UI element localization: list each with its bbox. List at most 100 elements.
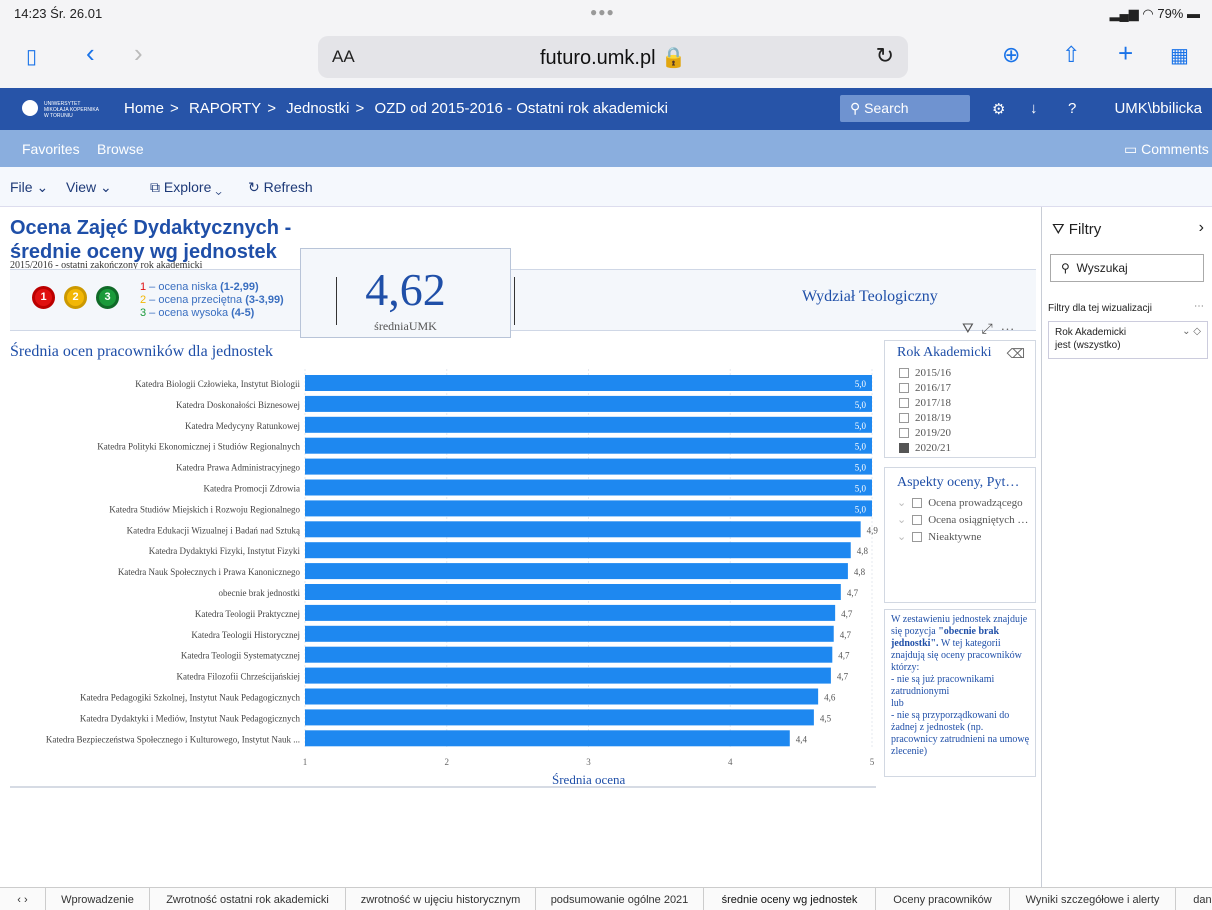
bar <box>305 584 841 600</box>
aspect-option[interactable]: ⌄ Ocena prowadzącego <box>897 494 1028 511</box>
aspect-option-label: Ocena osiągniętych … <box>928 513 1029 526</box>
legend-high: 3 – ocena wysoka (4-5) <box>140 307 255 319</box>
x-tick-label: 2 <box>445 757 450 765</box>
breadcrumb-current: OZD od 2015-2016 - Ostatni rok akademick… <box>374 100 668 117</box>
y-tick-label: Katedra Nauk Społecznych i Prawa Kanonic… <box>118 567 301 577</box>
page-tab[interactable]: Zwrotność ostatni rok akademicki <box>150 888 346 910</box>
refresh-icon: ↻ <box>248 179 260 195</box>
kpi-card: 4,62 średniaUMK <box>300 248 511 338</box>
x-tick-label: 4 <box>728 757 733 765</box>
filter-icon[interactable]: ⛛ <box>962 320 974 336</box>
checkbox[interactable] <box>912 514 923 525</box>
user-name[interactable]: UMK\bbilicka <box>1114 100 1202 117</box>
help-icon[interactable]: ? <box>1068 100 1076 117</box>
comments-button[interactable]: ▭ Comments <box>1124 141 1209 158</box>
year-option[interactable]: 2016/17 <box>899 380 951 395</box>
y-tick-label: Katedra Dydaktyki i Mediów, Instytut Nau… <box>80 713 301 723</box>
reload-icon[interactable]: ↻ <box>876 43 894 69</box>
focus-mode-icon[interactable]: ⤢ <box>982 320 993 336</box>
y-tick-label: Katedra Edukacji Wizualnej i Badań nad S… <box>127 525 301 535</box>
multitask-dots-icon[interactable]: ●●● <box>590 5 615 19</box>
page-tab[interactable]: Oceny pracowników <box>876 888 1010 910</box>
bar <box>305 479 872 496</box>
forward-icon[interactable]: › <box>134 38 143 68</box>
y-tick-label: Katedra Teologii Systematycznej <box>181 651 300 661</box>
aspect-option[interactable]: ⌄ Ocena osiągniętych … <box>897 511 1028 528</box>
page-tabs: ‹ › Wprowadzenie Zwrotność ostatni rok aka… <box>0 887 1212 910</box>
breadcrumb-home[interactable]: Home <box>124 100 164 117</box>
bar <box>305 395 872 412</box>
checkbox[interactable] <box>899 382 909 393</box>
breadcrumb: Home > RAPORTY > Jednostki > OZD od 2015-20… <box>124 100 668 117</box>
data-label: 5,0 <box>855 400 867 410</box>
sidebar-icon[interactable]: ▯ <box>26 42 37 72</box>
checkbox[interactable] <box>899 367 909 378</box>
checkbox[interactable] <box>899 427 909 438</box>
page-tab[interactable]: Wyniki szczegółowe i alerty <box>1010 888 1176 910</box>
checkbox[interactable] <box>899 412 909 423</box>
aspects-slicer: Aspekty oceny, Pyt… ⌄ Ocena prowadzącego ⌄… <box>884 467 1036 603</box>
year-slicer-items: 2015/16 2016/17 2017/18 2018/19 2019/20 2020/… <box>899 365 951 455</box>
year-option[interactable]: 2015/16 <box>899 365 951 380</box>
logo-text: UNIWERSYTET MIKOŁAJA KOPERNIKA W TORUNIU <box>44 101 99 119</box>
more-options-icon[interactable]: ⋯ <box>1001 320 1015 336</box>
search-icon: ⚲ <box>1061 261 1070 275</box>
tabs-overview-icon[interactable]: ▦ <box>1170 41 1189 71</box>
view-menu[interactable]: View ⌄ <box>66 179 112 196</box>
checkbox[interactable] <box>912 531 923 542</box>
refresh-button[interactable]: ↻ Refresh <box>248 179 313 196</box>
checkbox[interactable] <box>899 442 909 453</box>
new-tab-icon[interactable]: + <box>1118 38 1133 68</box>
page-tab[interactable]: średnie oceny wg jednostek <box>704 888 876 910</box>
download-icon[interactable]: ⊕ <box>1002 40 1020 70</box>
data-label: 4,8 <box>854 567 866 577</box>
data-label: 4,9 <box>867 525 879 535</box>
page-tab[interactable]: Wprowadzenie <box>46 888 150 910</box>
settings-icon[interactable]: ⚙ <box>992 100 1005 118</box>
year-option-label: 2016/17 <box>915 381 952 394</box>
page-tab[interactable]: podsumowanie ogólne 2021 <box>536 888 704 910</box>
url-text: futuro.umk.pl 🔒 <box>539 47 687 69</box>
expand-chevron-icon[interactable]: ⌄ <box>897 530 906 543</box>
year-option[interactable]: 2020/21 <box>899 440 951 455</box>
bar <box>305 625 834 642</box>
expand-chevron-icon[interactable]: ⌄ <box>897 496 906 509</box>
page-tab[interactable]: dane <box>1176 888 1212 910</box>
explore-menu[interactable]: ⧉ Explore ⌄ <box>150 179 222 196</box>
eraser-icon[interactable]: ⌫ <box>1007 346 1025 362</box>
search-box[interactable]: ⚲ Search <box>840 95 970 122</box>
nav-favorites[interactable]: Favorites <box>22 141 80 157</box>
kpi-divider-left <box>336 277 337 325</box>
year-option-label: 2020/21 <box>915 441 952 454</box>
safari-toolbar: ▯ ‹ › AA futuro.umk.pl 🔒 ↻ ⊕ ⇧ + ▦ <box>0 28 1212 88</box>
filter-search-input[interactable]: ⚲ Wyszukaj <box>1050 254 1204 282</box>
file-menu[interactable]: File ⌄ <box>10 179 48 196</box>
year-option[interactable]: 2017/18 <box>899 395 951 410</box>
filter-card-year[interactable]: Rok Akademicki jest (wszystko) ⌄ ◇ <box>1048 321 1208 359</box>
address-bar[interactable]: AA futuro.umk.pl 🔒 ↻ <box>318 36 908 78</box>
year-option[interactable]: 2018/19 <box>899 410 951 425</box>
back-icon[interactable]: ‹ <box>86 38 95 68</box>
expand-chevron-icon[interactable]: ⌄ ◇ <box>1182 325 1201 338</box>
y-tick-label: Katedra Doskonałości Biznesowej <box>176 400 300 410</box>
bar <box>305 688 819 705</box>
more-icon[interactable]: ⋯ <box>1194 301 1204 312</box>
collapse-pane-icon[interactable]: › <box>1199 219 1204 237</box>
nav-browse[interactable]: Browse <box>97 141 144 157</box>
explore-icon: ⧉ <box>150 179 160 195</box>
tab-scroll-arrows[interactable]: ‹ › <box>0 888 46 910</box>
breadcrumb-raporty[interactable]: RAPORTY <box>189 100 261 117</box>
share-icon[interactable]: ⇧ <box>1062 40 1080 70</box>
university-logo <box>22 100 38 116</box>
checkbox[interactable] <box>899 397 909 408</box>
data-label: 4,6 <box>824 693 836 703</box>
aspect-option[interactable]: ⌄ Nieaktywne <box>897 528 1028 545</box>
breadcrumb-jednostki[interactable]: Jednostki <box>286 100 349 117</box>
rating-circle-3: 3 <box>96 286 119 309</box>
page-tab[interactable]: zwrotność w ujęciu historycznym <box>346 888 536 910</box>
checkbox[interactable] <box>912 497 923 508</box>
expand-chevron-icon[interactable]: ⌄ <box>897 513 906 526</box>
x-axis-label: Średnia ocena <box>552 772 626 787</box>
download-report-icon[interactable]: ↓ <box>1030 100 1038 117</box>
year-option[interactable]: 2019/20 <box>899 425 951 440</box>
